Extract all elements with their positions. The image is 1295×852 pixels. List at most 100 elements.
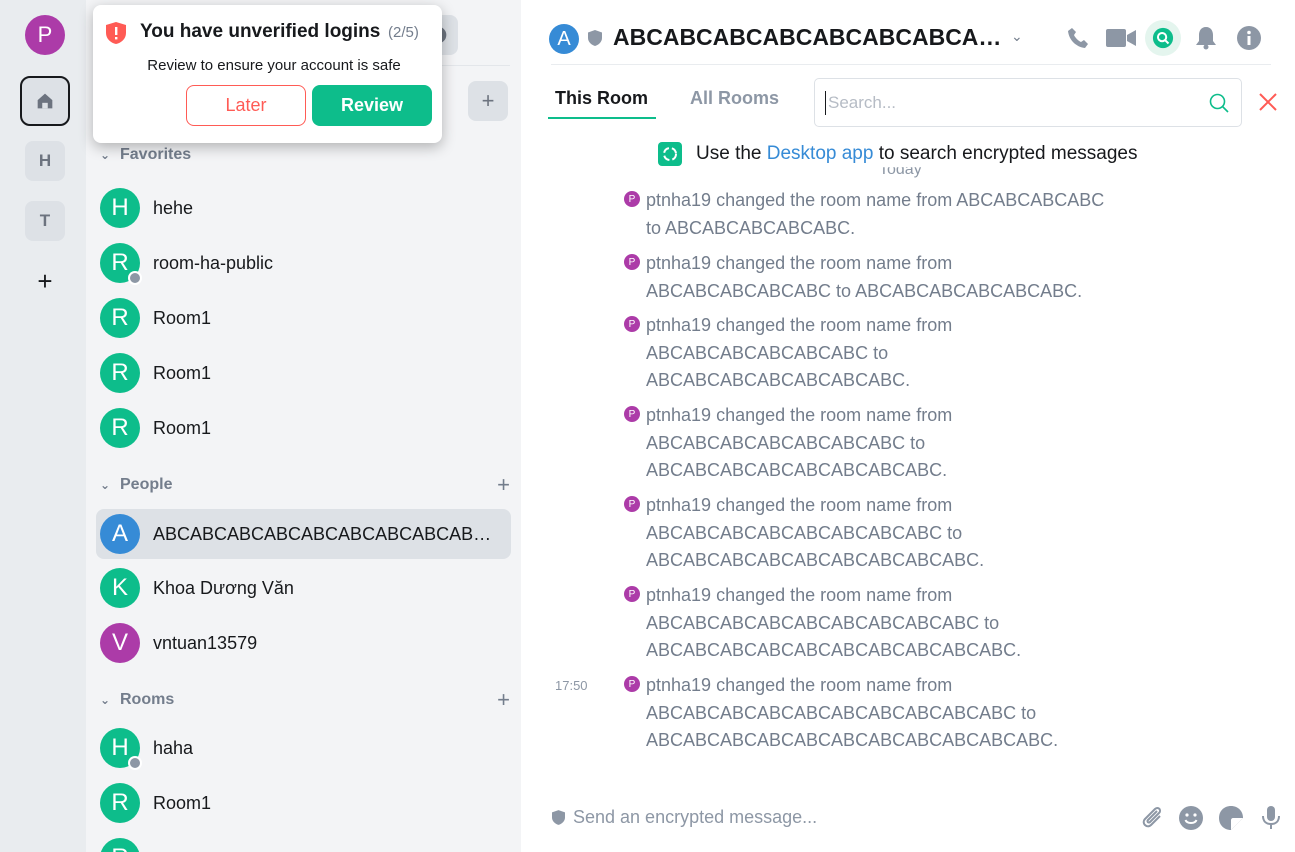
room-item-selected[interactable]: A ABCABCABCABCABCABCABCABCABCABC	[96, 509, 511, 559]
sender-avatar[interactable]: P	[624, 676, 640, 692]
event-text: ptnha19 changed the room name from ABCAB…	[646, 675, 1059, 750]
message-input[interactable]: Send an encrypted message...	[573, 807, 817, 828]
room-avatar: R	[100, 408, 140, 448]
notifications-button[interactable]	[1188, 20, 1224, 56]
search-icon	[1152, 27, 1174, 49]
info-icon	[1237, 26, 1261, 50]
section-label: Rooms	[120, 691, 175, 708]
room-avatar: V	[100, 623, 140, 663]
header-divider	[551, 64, 1271, 65]
section-favorites[interactable]: ⌄ Favorites	[100, 143, 510, 167]
later-button[interactable]: Later	[186, 85, 306, 126]
element-app-icon	[658, 142, 682, 166]
sender-avatar[interactable]: P	[624, 406, 640, 422]
room-search-button[interactable]	[1145, 20, 1181, 56]
shield-icon	[588, 30, 602, 46]
room-item[interactable]: R Room1	[96, 403, 511, 453]
add-room-button[interactable]: +	[468, 81, 508, 121]
room-avatar: R	[100, 243, 142, 285]
tab-this-room[interactable]: This Room	[555, 88, 648, 109]
event-text: ptnha19 changed the room name from ABCAB…	[646, 585, 1022, 660]
room-item[interactable]: R Room1	[96, 348, 511, 398]
room-name: haha	[153, 737, 194, 758]
search-icon	[1209, 93, 1229, 113]
room-item[interactable]: R	[96, 833, 511, 852]
space-item-t[interactable]: T	[25, 201, 65, 241]
event-text: ptnha19 changed the room name from ABCAB…	[646, 190, 1105, 238]
room-avatar: R	[100, 353, 140, 393]
timeline-event: P ptnha19 changed the room name from ABC…	[624, 492, 1144, 575]
tab-all-rooms[interactable]: All Rooms	[690, 88, 779, 109]
section-rooms[interactable]: ⌄ Rooms +	[100, 687, 510, 713]
room-item[interactable]: V vntuan13579	[96, 618, 511, 668]
room-header-avatar[interactable]: A	[549, 24, 579, 54]
room-avatar: A	[100, 514, 140, 554]
room-name: Room1	[153, 792, 212, 813]
sender-avatar[interactable]: P	[624, 254, 640, 270]
section-label: Favorites	[120, 146, 192, 163]
create-space-button[interactable]: +	[25, 261, 65, 301]
room-name: vntuan13579	[153, 632, 258, 653]
sticker-button[interactable]	[1217, 804, 1245, 832]
room-item[interactable]: R Room1	[96, 293, 511, 343]
shield-alert-icon	[106, 22, 126, 44]
timeline-event: P ptnha19 changed the room name from ABC…	[624, 312, 1144, 395]
sender-avatar[interactable]: P	[624, 496, 640, 512]
attach-button[interactable]	[1138, 804, 1166, 832]
chevron-down-icon[interactable]: ⌄	[1011, 28, 1023, 45]
search-field[interactable]	[814, 78, 1242, 127]
room-avatar: R	[100, 838, 140, 852]
sender-avatar[interactable]: P	[624, 586, 640, 602]
search-input[interactable]	[825, 91, 1185, 115]
timeline-event: P ptnha19 changed the room name from ABC…	[624, 402, 1144, 485]
room-item[interactable]: R room-ha-public	[96, 238, 511, 288]
add-room-section-button[interactable]: +	[497, 687, 510, 713]
video-call-button[interactable]	[1103, 20, 1139, 56]
room-title[interactable]: ABCABCABCABCABCABCABCABCABCABC	[613, 24, 1003, 51]
active-tab-indicator	[548, 117, 656, 119]
timeline-event: P ptnha19 changed the room name from ABC…	[624, 187, 1144, 242]
public-globe-icon	[128, 756, 142, 770]
chevron-down-icon: ⌄	[100, 148, 111, 162]
emoji-button[interactable]	[1177, 804, 1205, 832]
room-view: A ABCABCABCABCABCABCABCABCABCABC ⌄ This …	[521, 0, 1295, 852]
event-text: ptnha19 changed the room name from ABCAB…	[646, 253, 1083, 301]
shield-icon	[552, 810, 565, 825]
user-avatar[interactable]: P	[25, 15, 65, 55]
sender-avatar[interactable]: P	[624, 191, 640, 207]
home-icon	[37, 93, 53, 109]
sticker-icon	[1219, 806, 1243, 830]
voice-message-button[interactable]	[1257, 804, 1285, 832]
section-label: People	[120, 476, 173, 493]
room-avatar: K	[100, 568, 140, 608]
room-item[interactable]: H haha	[96, 723, 511, 773]
event-timestamp: 17:50	[555, 678, 588, 693]
review-button[interactable]: Review	[312, 85, 432, 126]
sender-avatar[interactable]: P	[624, 316, 640, 332]
video-camera-icon	[1106, 29, 1136, 47]
event-text: ptnha19 changed the room name from ABCAB…	[646, 315, 953, 390]
space-item-h[interactable]: H	[25, 141, 65, 181]
section-people[interactable]: ⌄ People +	[100, 472, 510, 498]
room-item[interactable]: R Room1	[96, 778, 511, 828]
public-globe-icon	[128, 271, 142, 285]
event-text: ptnha19 changed the room name from ABCAB…	[646, 495, 985, 570]
desktop-app-link[interactable]: Desktop app	[767, 143, 874, 165]
notice-prefix: Use the	[696, 143, 762, 164]
room-item[interactable]: H hehe	[96, 183, 511, 233]
notice-suffix: to search encrypted messages	[878, 143, 1138, 164]
room-name: Room1	[153, 307, 212, 328]
timeline-event: P ptnha19 changed the room name from ABC…	[624, 672, 1144, 755]
close-icon[interactable]	[1258, 92, 1278, 112]
room-info-button[interactable]	[1231, 20, 1267, 56]
voice-call-button[interactable]	[1060, 20, 1096, 56]
toast-count: (2/5)	[388, 24, 419, 41]
space-panel: P H T +	[0, 0, 86, 852]
start-chat-button[interactable]: +	[497, 472, 510, 498]
home-space-button[interactable]	[20, 76, 70, 126]
room-name: ABCABCABCABCABCABCABCABCABCABC	[153, 523, 493, 544]
room-item[interactable]: K Khoa Dương Văn	[96, 563, 511, 613]
timeline-event: P ptnha19 changed the room name from ABC…	[624, 250, 1144, 305]
chevron-down-icon: ⌄	[100, 478, 111, 492]
room-name: Khoa Dương Văn	[153, 577, 294, 598]
